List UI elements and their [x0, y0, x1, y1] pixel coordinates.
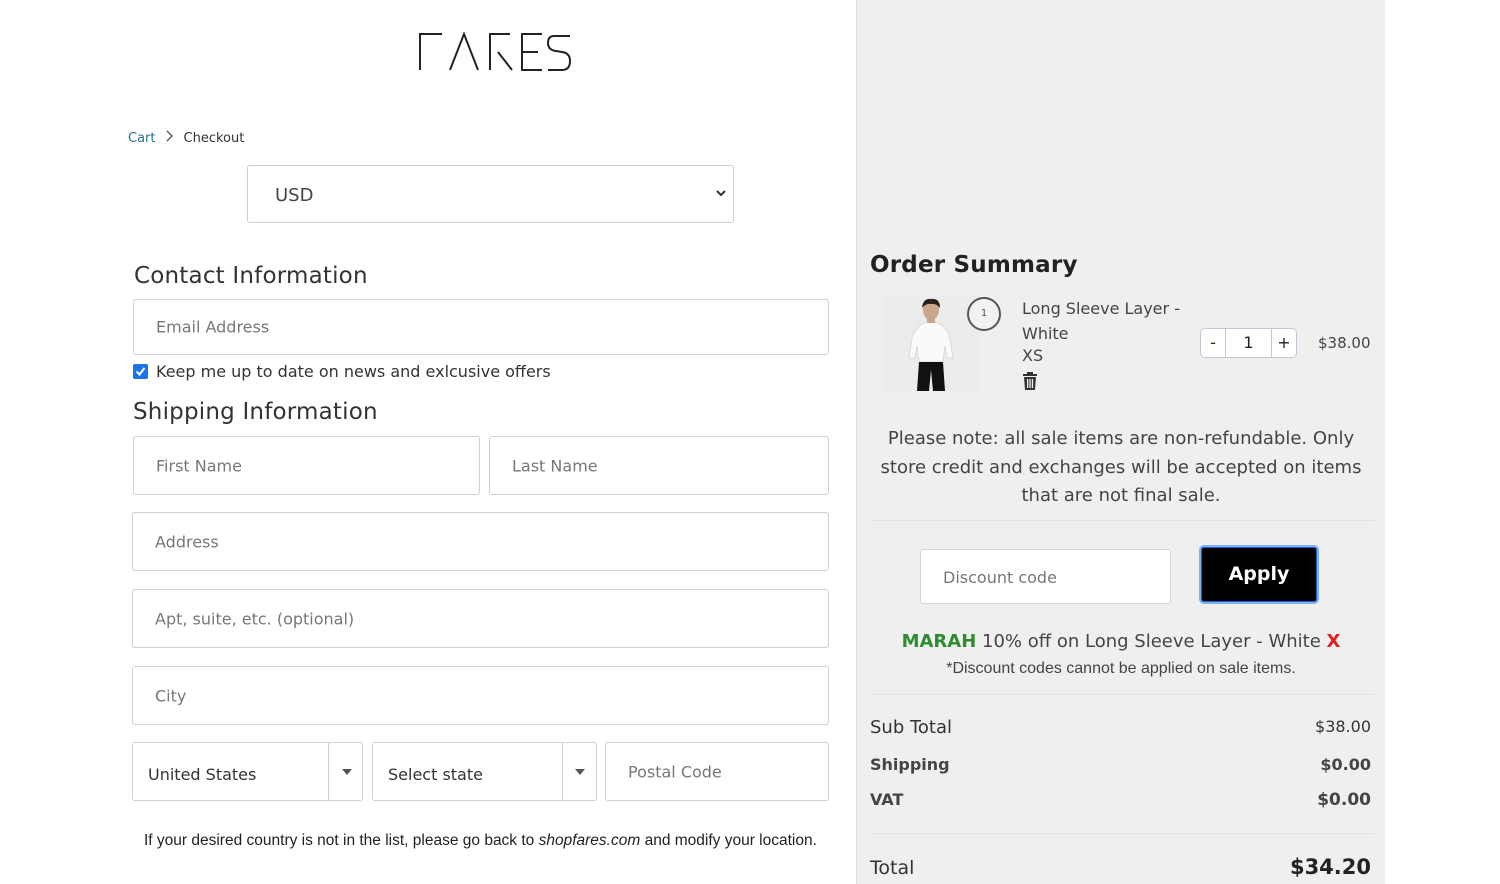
total-value: $34.20 [1289, 855, 1371, 879]
last-name-field[interactable]: Last Name [489, 436, 829, 495]
email-field[interactable]: Email Address [133, 299, 829, 355]
sale-note: Please note: all sale items are non-refu… [880, 428, 1362, 506]
apt-field[interactable]: Apt, suite, etc. (optional) [132, 589, 829, 648]
shopfares-link[interactable]: shopfares.com [539, 832, 641, 849]
newsletter-checkbox[interactable] [133, 364, 148, 379]
contact-heading: Contact Information [134, 263, 368, 289]
order-summary-heading: Order Summary [870, 252, 1078, 278]
applied-discount-code: MARAH [901, 631, 977, 652]
select-divider [562, 743, 563, 800]
shipping-heading: Shipping Information [133, 399, 378, 425]
breadcrumb-cart-link[interactable]: Cart [128, 131, 156, 146]
address-placeholder: Address [155, 532, 219, 551]
city-field[interactable]: City [132, 666, 829, 725]
quantity-stepper: - 1 + [1200, 328, 1297, 358]
email-placeholder: Email Address [156, 317, 270, 337]
vat-value: $0.00 [1317, 790, 1371, 810]
applied-discount: MARAH 10% off on Long Sleeve Layer - Whi… [866, 631, 1376, 652]
country-note-text: If your desired country is not in the li… [144, 832, 539, 849]
product-name: Long Sleeve Layer - White [1022, 299, 1180, 343]
item-quantity-badge: 1 [967, 297, 1001, 331]
apt-placeholder: Apt, suite, etc. (optional) [155, 609, 355, 628]
first-name-field[interactable]: First Name [133, 436, 480, 495]
trash-icon[interactable] [1022, 372, 1038, 390]
address-field[interactable]: Address [132, 512, 829, 571]
remove-discount-button[interactable]: X [1327, 631, 1341, 652]
newsletter-label[interactable]: Keep me up to date on news and exlcusive… [156, 362, 551, 381]
postal-code-placeholder: Postal Code [628, 762, 722, 781]
chevron-right-icon [166, 130, 174, 146]
chevron-down-icon [716, 190, 726, 197]
newsletter-option: Keep me up to date on news and exlcusive… [133, 362, 551, 381]
product-thumbnail[interactable] [883, 296, 979, 391]
breadcrumb-current: Checkout [183, 130, 245, 146]
postal-code-field[interactable]: Postal Code [605, 742, 829, 801]
currency-select[interactable]: USD [247, 165, 734, 223]
discount-code-input[interactable]: Discount code [920, 549, 1171, 604]
country-note: If your desired country is not in the li… [144, 832, 817, 850]
shipping-cost-label: Shipping [870, 755, 950, 774]
country-note-text-end: and modify your location. [640, 832, 817, 849]
quantity-decrease-button[interactable]: - [1201, 329, 1225, 357]
applied-discount-description: 10% off on Long Sleeve Layer - White [976, 631, 1327, 652]
city-placeholder: City [155, 686, 187, 705]
first-name-placeholder: First Name [156, 456, 242, 475]
vat-label: VAT [870, 790, 904, 809]
subtotal-value: $38.00 [1315, 717, 1371, 736]
state-select-value: Select state [388, 765, 483, 784]
state-select[interactable]: Select state [372, 742, 597, 801]
last-name-placeholder: Last Name [512, 456, 598, 475]
item-quantity-badge-count: 1 [980, 308, 988, 319]
discount-note: *Discount codes cannot be applied on sal… [946, 660, 1296, 677]
select-divider [328, 743, 329, 800]
discount-code-placeholder: Discount code [943, 568, 1057, 587]
line-item-price: $38.00 [1318, 334, 1371, 352]
product-variant: XS [1022, 346, 1044, 365]
caret-down-icon [575, 769, 585, 775]
total-label: Total [870, 857, 915, 879]
divider [870, 520, 1375, 521]
breadcrumb: Cart Checkout [128, 130, 244, 146]
caret-down-icon [342, 769, 352, 775]
apply-discount-button[interactable]: Apply [1199, 545, 1319, 604]
divider [870, 833, 1375, 834]
quantity-increase-button[interactable]: + [1272, 329, 1296, 357]
brand-logo[interactable] [416, 30, 574, 72]
shipping-cost-value: $0.00 [1320, 755, 1371, 774]
currency-select-value: USD [275, 185, 314, 206]
divider [870, 694, 1375, 695]
country-select-value: United States [148, 765, 257, 784]
quantity-input[interactable]: 1 [1225, 329, 1272, 357]
subtotal-label: Sub Total [870, 717, 953, 738]
country-select[interactable]: United States [132, 742, 363, 801]
